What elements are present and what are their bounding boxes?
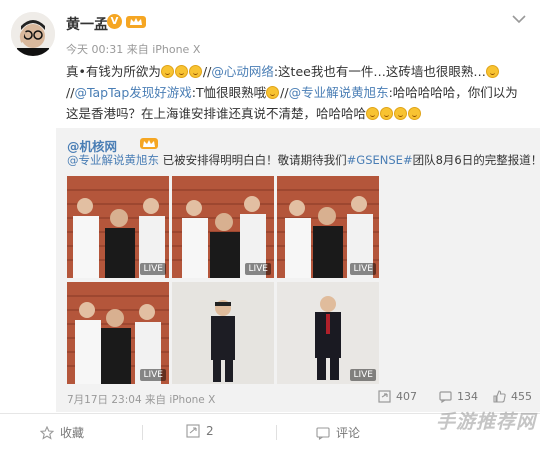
live-badge: LIVE [350,369,376,381]
chevron-down-icon[interactable] [512,14,526,24]
laugh-emoji-icon [188,65,202,78]
star-icon [40,425,54,440]
live-photo[interactable]: LIVE [277,282,379,384]
repost-card[interactable]: @机核网 @专业解说黄旭东 已被安排得明明白白！敬请期待我们#GSENSE#团队… [56,128,540,412]
mention-link[interactable]: @心动网络 [211,64,274,79]
laugh-emoji-icon [266,86,280,99]
repost-text-part: 已被安排得明明白白！敬请期待我们 [159,153,347,167]
like-count[interactable]: 455 [493,390,532,403]
live-photo[interactable]: LIVE [67,176,169,278]
repost-count[interactable]: 407 [378,390,417,403]
live-photo[interactable]: LIVE [172,176,274,278]
vip-crown-icon [126,16,146,28]
post-text: 真•有钱为所欲为//@心动网络:这tee我也有一件…这砖墙也很眼熟… //@Ta… [66,61,528,124]
photo-image [172,282,274,384]
comment-icon [316,426,330,440]
laugh-emoji-icon [485,65,499,78]
repost-icon [378,390,391,403]
repost-time: 7月17日 23:04 来自 iPhone X [67,394,216,406]
repost-text: @专业解说黄旭东 已被安排得明明白白！敬请期待我们#GSENSE#团队8月6日的… [67,152,540,168]
mention-link[interactable]: @专业解说黄旭东 [289,85,389,100]
live-badge: LIVE [350,263,376,275]
repost-count-label: 407 [396,390,417,403]
avatar[interactable] [11,12,55,56]
watermark: 手游推荐网 [435,411,536,433]
repost-count-label: 2 [206,424,214,438]
laugh-emoji-icon [160,65,174,78]
thumbs-up-icon [493,390,506,403]
mention-link[interactable]: @专业解说黄旭东 [67,153,159,167]
live-badge: LIVE [140,263,166,275]
live-photo[interactable]: LIVE [67,282,169,384]
hashtag-link[interactable]: #GSENSE# [347,153,413,167]
comment-count[interactable]: 134 [439,390,478,403]
like-count-label: 455 [511,390,532,403]
mention-link[interactable]: @TapTap发现好游戏 [74,85,191,100]
photo[interactable] [172,282,274,384]
repost-icon [186,424,200,438]
divider [142,425,143,440]
laugh-emoji-icon [380,107,394,120]
comment-count-label: 134 [457,390,478,403]
laugh-emoji-icon [394,107,408,120]
live-badge: LIVE [245,263,271,275]
comment-label: 评论 [336,426,361,440]
repost-button[interactable]: 2 [186,424,214,438]
post-text-part: :这tee我也有一件…这砖墙也很眼熟… [273,64,486,79]
live-badge: LIVE [140,369,166,381]
post-text-part: 真•有钱为所欲为 [66,64,161,79]
repost-text-part: 团队8月6日的完整报道！ [412,153,540,167]
favorite-label: 收藏 [60,426,85,440]
post-text-part: :T恤很眼熟哦 [191,85,267,100]
laugh-emoji-icon [366,107,380,120]
vip-crown-icon [140,138,158,149]
favorite-button[interactable]: 收藏 [40,424,84,441]
live-photo[interactable]: LIVE [277,176,379,278]
comment-icon [439,391,452,403]
author-name[interactable]: 黄一孟 [66,14,108,34]
laugh-emoji-icon [174,65,188,78]
verified-icon: V [107,14,122,29]
post-meta: 今天 00:31 来自 iPhone X [66,43,201,56]
laugh-emoji-icon [408,107,422,120]
divider [276,425,277,440]
post-text-part: // [280,85,289,100]
comment-button[interactable]: 评论 [316,424,360,441]
